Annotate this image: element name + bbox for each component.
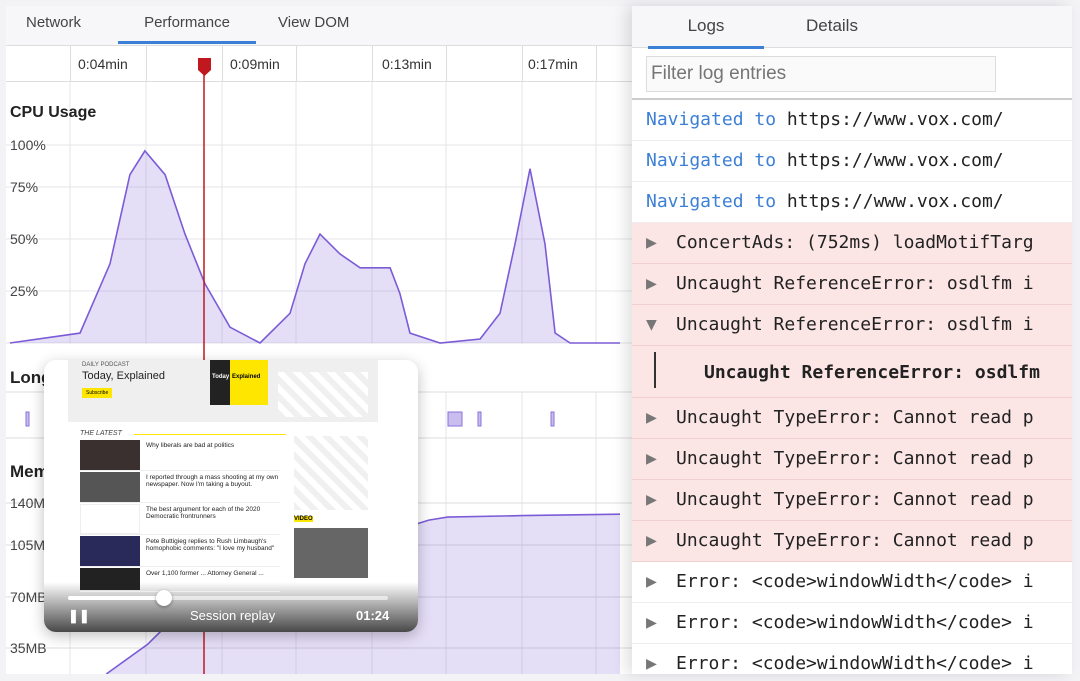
playhead-handle [198, 58, 211, 76]
triangle-right-icon[interactable]: ▶ [646, 612, 676, 633]
triangle-right-icon[interactable]: ▶ [646, 407, 676, 428]
logs-panel: Logs Details Navigated to https://www.vo… [632, 6, 1072, 674]
article-item[interactable]: Pete Buttigieg replies to Rush Limbaugh'… [80, 536, 286, 567]
log-entry[interactable]: Navigated to https://www.vox.com/ [632, 100, 1072, 141]
log-text: https://www.vox.com/ [786, 109, 1004, 130]
log-entry[interactable]: ▶ Uncaught ReferenceError: osdlfm i [632, 264, 1072, 305]
log-entry[interactable]: Navigated to https://www.vox.com/ [632, 182, 1072, 223]
session-replay-label: Session replay [190, 608, 276, 623]
video-label: VIDEO [294, 516, 313, 522]
filter-log-input[interactable] [646, 56, 996, 92]
podcast-title: Today, Explained [82, 370, 165, 382]
log-entry[interactable]: ▶ Uncaught TypeError: Cannot read p [632, 480, 1072, 521]
log-prefix: Navigated to [646, 191, 777, 212]
article-item[interactable]: Why liberals are bad at politics [80, 440, 286, 471]
log-text: Error: <code>windowWidth</code> i [676, 571, 1034, 592]
log-entry[interactable]: ▶ ConcertAds: (752ms) loadMotifTarg [632, 223, 1072, 264]
article-title: Pete Buttigieg replies to Rush Limbaugh'… [146, 538, 286, 552]
memory-y-label: 140M [10, 495, 46, 511]
subscribe-button[interactable]: Subscribe [82, 388, 113, 398]
cpu-y-label: 25% [10, 283, 39, 299]
article-item[interactable]: I reported through a mass shooting at my… [80, 472, 286, 503]
article-title: I reported through a mass shooting at my… [146, 474, 286, 488]
log-text: ConcertAds: (752ms) loadMotifTarg [676, 232, 1034, 253]
log-text: Uncaught ReferenceError: osdlfm i [676, 314, 1034, 335]
log-entry[interactable]: ▶ Uncaught TypeError: Cannot read p [632, 521, 1072, 562]
cpu-y-label: 50% [10, 231, 39, 247]
cpu-y-label: 75% [10, 179, 39, 195]
log-entry[interactable]: ▶ Uncaught TypeError: Cannot read p [632, 398, 1072, 439]
triangle-right-icon[interactable]: ▶ [646, 232, 676, 253]
podcast-label: DAILY PODCAST [82, 362, 130, 368]
log-list: Navigated to https://www.vox.com/Navigat… [632, 98, 1072, 674]
log-text: https://www.vox.com/ [786, 191, 1004, 212]
triangle-down-icon[interactable]: ▼ [646, 314, 676, 335]
log-entry[interactable]: ▼ Uncaught ReferenceError: osdlfm i [632, 305, 1072, 346]
replay-progress-bar[interactable] [68, 590, 388, 606]
section-label: THE LATEST [80, 430, 122, 437]
log-entry[interactable]: Uncaught ReferenceError: osdlfm [632, 346, 1072, 398]
cover-text: Today [212, 374, 230, 380]
triangle-right-icon[interactable]: ▶ [646, 571, 676, 592]
triangle-right-icon[interactable]: ▶ [646, 448, 676, 469]
article-title: Why liberals are bad at politics [146, 442, 286, 449]
log-text: Uncaught TypeError: Cannot read p [676, 407, 1034, 428]
session-replay-player[interactable]: DAILY PODCAST Today, Explained Subscribe… [44, 360, 418, 632]
log-entry[interactable]: ▶ Error: <code>windowWidth</code> i [632, 644, 1072, 674]
log-text: Uncaught ReferenceError: osdlfm i [676, 273, 1034, 294]
log-text: Error: <code>windowWidth</code> i [676, 653, 1034, 674]
article-item[interactable]: The best argument for each of the 2020 D… [80, 504, 286, 535]
triangle-right-icon[interactable]: ▶ [646, 530, 676, 551]
memory-title: Mem [10, 462, 49, 481]
long-task-marker [447, 411, 463, 427]
triangle-right-icon[interactable]: ▶ [646, 653, 676, 674]
pause-icon[interactable]: ❚❚ [68, 608, 90, 624]
article-item[interactable]: Over 1,100 former ... Attorney General .… [80, 568, 286, 592]
triangle-right-icon[interactable]: ▶ [646, 489, 676, 510]
log-text: Uncaught TypeError: Cannot read p [676, 489, 1034, 510]
log-entry[interactable]: ▶ Error: <code>windowWidth</code> i [632, 603, 1072, 644]
tab-logs[interactable]: Logs [648, 16, 764, 49]
long-task-marker [477, 411, 482, 427]
podcast-cover: Today Explained [210, 360, 268, 405]
memory-y-label: 70MB [10, 589, 47, 605]
triangle-right-icon[interactable]: ▶ [646, 273, 676, 294]
cover-text: Explained [232, 374, 261, 380]
replay-scrubber-handle[interactable] [156, 590, 172, 606]
log-text: Uncaught ReferenceError: osdlfm [704, 362, 1040, 383]
log-prefix: Navigated to [646, 109, 777, 130]
log-text: https://www.vox.com/ [786, 150, 1004, 171]
replay-time: 01:24 [356, 608, 390, 623]
log-entry[interactable]: Navigated to https://www.vox.com/ [632, 141, 1072, 182]
cpu-y-label: 100% [10, 137, 46, 153]
tab-details[interactable]: Details [806, 16, 858, 46]
cpu-usage-title: CPU Usage [10, 104, 97, 121]
long-task-marker [550, 411, 555, 427]
memory-y-label: 105M [10, 537, 46, 553]
long-task-marker [25, 411, 30, 427]
right-tab-bar: Logs Details [632, 6, 1072, 49]
log-entry[interactable]: ▶ Error: <code>windowWidth</code> i [632, 562, 1072, 603]
podcast-banner: DAILY PODCAST Today, Explained Subscribe… [68, 360, 378, 422]
log-entry[interactable]: ▶ Uncaught TypeError: Cannot read p [632, 439, 1072, 480]
log-text: Uncaught TypeError: Cannot read p [676, 448, 1034, 469]
log-text: Uncaught TypeError: Cannot read p [676, 530, 1034, 551]
log-prefix: Navigated to [646, 150, 777, 171]
memory-y-label: 35MB [10, 640, 47, 656]
article-title: The best argument for each of the 2020 D… [146, 506, 286, 520]
log-text: Error: <code>windowWidth</code> i [676, 612, 1034, 633]
article-title: Over 1,100 former ... Attorney General .… [146, 570, 286, 577]
